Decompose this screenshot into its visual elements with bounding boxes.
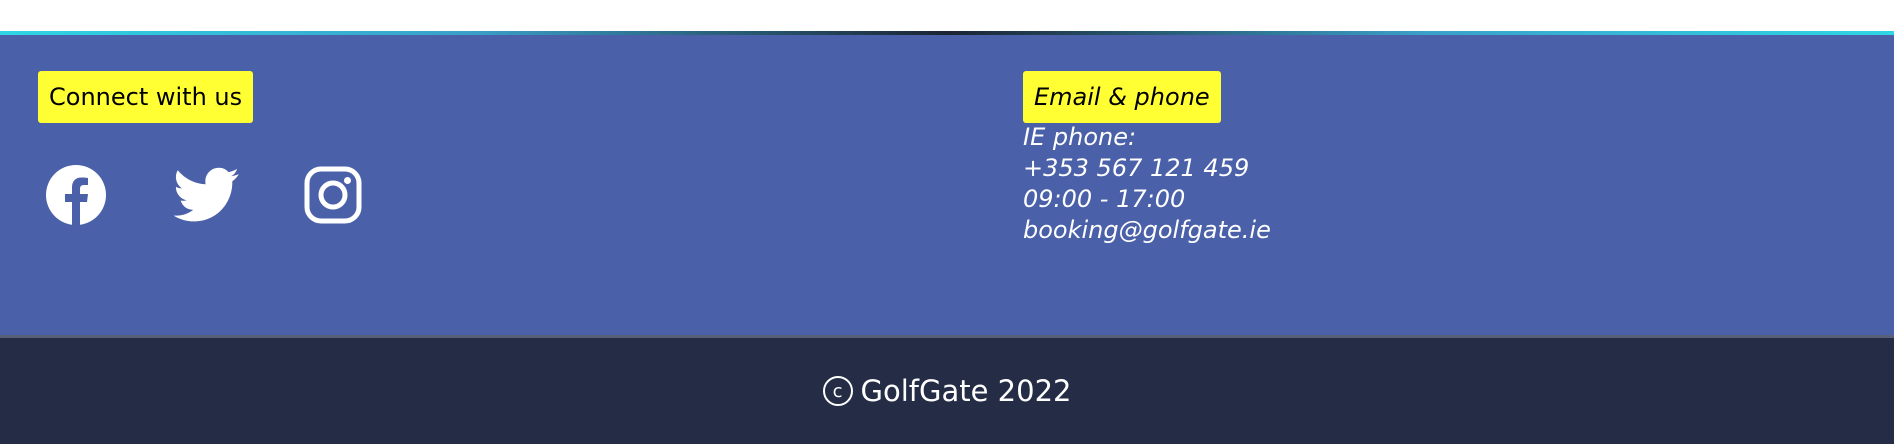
phone-number: +353 567 121 459 bbox=[1023, 154, 1250, 182]
email-address: booking@golfgate.ie bbox=[1023, 216, 1271, 244]
copyright-text: GolfGate 2022 bbox=[860, 374, 1072, 408]
facebook-icon bbox=[46, 165, 106, 225]
phone-label: IE phone: bbox=[1023, 123, 1137, 151]
facebook-link[interactable] bbox=[41, 160, 111, 230]
footer-main bbox=[0, 35, 1894, 337]
instagram-link[interactable] bbox=[298, 160, 368, 230]
copyright-icon: c bbox=[822, 376, 853, 406]
copyright: c GolfGate 2022 bbox=[0, 338, 1894, 444]
email-phone-heading: Email & phone bbox=[1023, 71, 1221, 123]
contact-details: IE phone: +353 567 121 459 09:00 - 17:00… bbox=[1023, 122, 1271, 246]
connect-heading: Connect with us bbox=[38, 71, 254, 123]
page-top-area bbox=[0, 0, 1894, 31]
twitter-link[interactable] bbox=[172, 160, 242, 230]
instagram-icon bbox=[304, 166, 362, 224]
twitter-icon bbox=[174, 167, 239, 222]
opening-hours: 09:00 - 17:00 bbox=[1023, 185, 1186, 213]
